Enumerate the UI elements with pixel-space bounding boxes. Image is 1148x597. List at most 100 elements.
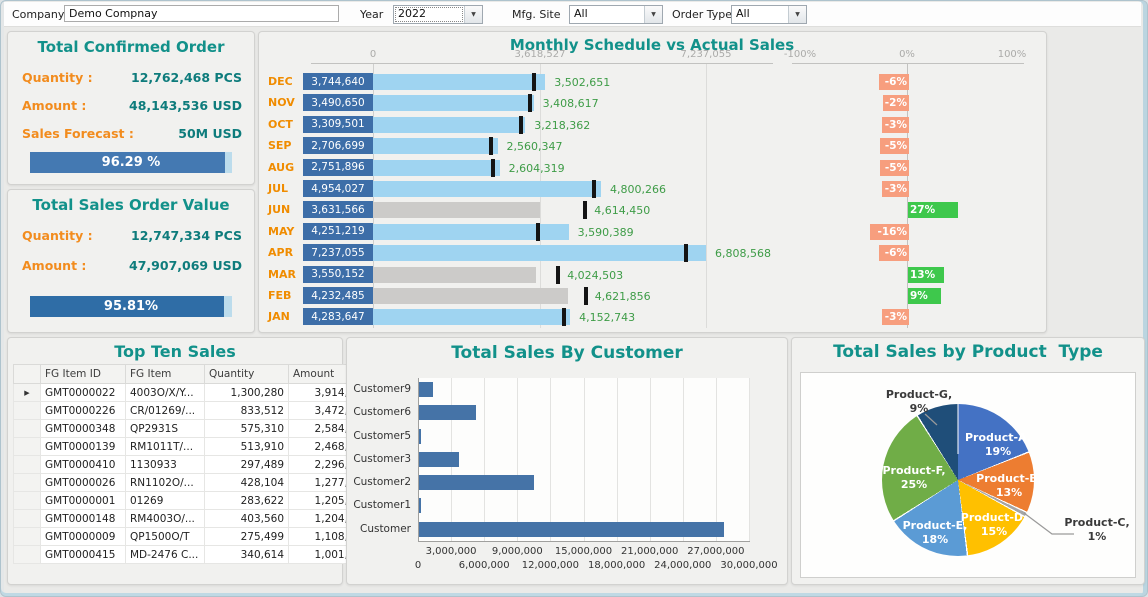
variance-badge: -3% xyxy=(882,117,909,133)
amount-value: 48,143,536 USD xyxy=(129,98,242,113)
year-value: 2022 xyxy=(394,6,464,23)
schedule-value-box: 2,706,699 xyxy=(303,137,373,154)
table-row[interactable]: ▶GMT00000224003O/X/Y...1,300,2803,914,47… xyxy=(14,384,373,402)
actual-marker xyxy=(528,94,532,112)
table-cell: 275,499 xyxy=(205,528,289,546)
monthly-schedule-chart-panel: Monthly Schedule vs Actual Sales 03,618,… xyxy=(258,31,1047,333)
row-selector[interactable] xyxy=(14,474,41,492)
row-selector[interactable] xyxy=(14,402,41,420)
column-header[interactable]: FG Item ID xyxy=(41,365,126,384)
table-row[interactable]: GMT0000348QP2931S575,3102,584,657 xyxy=(14,420,373,438)
year-select[interactable]: 2022 ▼ xyxy=(393,5,483,24)
row-selector[interactable] xyxy=(14,420,41,438)
table-cell: GMT0000009 xyxy=(41,528,126,546)
row-selector[interactable] xyxy=(14,510,41,528)
table-row[interactable]: GMT0000139RM1011T/...513,9102,468,851 xyxy=(14,438,373,456)
schedule-value-box: 4,283,647 xyxy=(303,308,373,325)
table-cell: 340,614 xyxy=(205,546,289,564)
actual-value-label: 3,408,617 xyxy=(543,97,599,110)
schedule-bar xyxy=(373,160,500,176)
customer-bar xyxy=(419,452,459,467)
schedule-bar xyxy=(373,288,568,304)
chevron-down-icon[interactable]: ▼ xyxy=(464,6,482,23)
table-row[interactable]: GMT00004101130933297,4892,296,302 xyxy=(14,456,373,474)
table-row[interactable]: GMT0000026RN1102O/...428,1041,277,815 xyxy=(14,474,373,492)
order-type-value: All xyxy=(732,6,788,23)
month-label: DEC xyxy=(268,75,293,88)
value-axis-line xyxy=(311,63,773,64)
pie-label: Product-E,18% xyxy=(893,519,977,547)
dashboard-window: Company Year 2022 ▼ Mfg. Site All ▼ Orde… xyxy=(0,0,1148,597)
amount-value: 47,907,069 USD xyxy=(129,258,242,273)
table-cell: 1130933 xyxy=(126,456,205,474)
mfg-site-select[interactable]: All ▼ xyxy=(569,5,663,24)
customer-bar xyxy=(419,405,476,420)
table-cell: 283,622 xyxy=(205,492,289,510)
month-label: NOV xyxy=(268,96,295,109)
customer-bar xyxy=(419,429,421,444)
actual-marker xyxy=(562,308,566,326)
schedule-value-box: 4,251,219 xyxy=(303,223,373,240)
actual-marker xyxy=(491,159,495,177)
table-row[interactable]: GMT000000101269283,6221,205,902 xyxy=(14,492,373,510)
schedule-value-box: 3,744,640 xyxy=(303,73,373,90)
company-label: Company xyxy=(12,8,64,21)
schedule-value-box: 3,309,501 xyxy=(303,116,373,133)
chevron-down-icon[interactable]: ▼ xyxy=(644,6,662,23)
actual-marker xyxy=(532,73,536,91)
table-cell: QP1500O/T xyxy=(126,528,205,546)
order-type-select[interactable]: All ▼ xyxy=(731,5,807,24)
schedule-value-box: 4,954,027 xyxy=(303,180,373,197)
customer-bar xyxy=(419,382,433,397)
row-selector[interactable] xyxy=(14,456,41,474)
row-selector[interactable] xyxy=(14,546,41,564)
table-row[interactable]: GMT0000226CR/01269/...833,5123,472,576 xyxy=(14,402,373,420)
gridline xyxy=(550,378,551,541)
row-selector[interactable] xyxy=(14,528,41,546)
schedule-bar xyxy=(373,309,570,325)
gridline xyxy=(716,378,717,541)
pie-label: Product-A,19% xyxy=(956,431,1040,459)
order-type-label: Order Type xyxy=(672,8,732,21)
category-label: Customer2 xyxy=(349,476,411,488)
row-selector[interactable] xyxy=(14,438,41,456)
column-header[interactable]: Quantity xyxy=(205,365,289,384)
month-label: OCT xyxy=(268,118,293,131)
variance-badge: -3% xyxy=(882,181,909,197)
gridline xyxy=(584,378,585,541)
row-selector[interactable]: ▶ xyxy=(14,384,41,402)
schedule-bar xyxy=(373,117,525,133)
actual-value-label: 3,590,389 xyxy=(578,226,634,239)
mfg-site-value: All xyxy=(570,6,644,23)
actual-value-label: 2,604,319 xyxy=(509,162,565,175)
table-row[interactable]: GMT0000148RM4003O/...403,5601,204,377 xyxy=(14,510,373,528)
row-selector-header[interactable] xyxy=(14,365,41,384)
table-cell: GMT0000410 xyxy=(41,456,126,474)
variance-badge: -6% xyxy=(879,74,909,90)
quantity-label: Quantity : xyxy=(22,228,93,243)
year-label: Year xyxy=(360,8,383,21)
column-header[interactable]: FG Item xyxy=(126,365,205,384)
row-selector[interactable] xyxy=(14,492,41,510)
customer-sales-chart-panel: Total Sales By Customer Customer9Custome… xyxy=(346,337,788,585)
month-label: AUG xyxy=(268,161,294,174)
chevron-down-icon[interactable]: ▼ xyxy=(788,6,806,23)
table-cell: GMT0000001 xyxy=(41,492,126,510)
table-row[interactable]: GMT0000415MD-2476 C...340,6141,001,238 xyxy=(14,546,373,564)
top-ten-sales-panel: Top Ten Sales FG Item IDFG ItemQuantityA… xyxy=(7,337,343,585)
actual-marker xyxy=(592,180,596,198)
progress-label: 96.29 % xyxy=(30,152,232,173)
schedule-value-box: 4,232,485 xyxy=(303,287,373,304)
pct-axis-tick: 0% xyxy=(872,49,942,60)
progress-label: 95.81% xyxy=(30,296,232,317)
table-row[interactable]: GMT0000009QP1500O/T275,4991,108,861 xyxy=(14,528,373,546)
schedule-bar xyxy=(373,74,545,90)
pie-label: Product-G,9% xyxy=(877,388,961,416)
category-label: Customer1 xyxy=(349,499,411,511)
company-input[interactable] xyxy=(64,5,339,22)
chart-title: Total Sales By Customer xyxy=(347,343,787,363)
chart-title: Monthly Schedule vs Actual Sales xyxy=(352,36,952,54)
variance-badge: 13% xyxy=(908,267,944,283)
table-cell: GMT0000226 xyxy=(41,402,126,420)
schedule-bar xyxy=(373,245,706,261)
